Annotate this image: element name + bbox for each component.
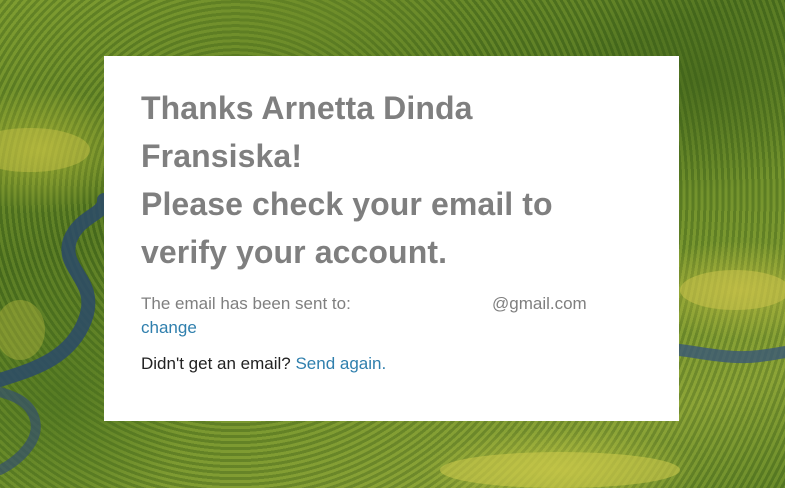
send-again-link[interactable]: Send again. xyxy=(295,354,386,373)
heading-line-4: verify your account. xyxy=(141,234,448,270)
change-email-link[interactable]: change xyxy=(141,316,197,340)
email-sent-label: The email has been sent to: xyxy=(141,294,351,313)
heading-line-3: Please check your email to xyxy=(141,186,553,222)
email-sent-address: @gmail.com xyxy=(492,294,587,313)
resend-row: Didn't get an email? Send again. xyxy=(141,352,642,376)
heading-line-1: Thanks Arnetta Dinda xyxy=(141,90,473,126)
page-title: Thanks Arnetta Dinda Fransiska! Please c… xyxy=(141,84,642,276)
resend-prompt: Didn't get an email? xyxy=(141,354,291,373)
email-sent-row: The email has been sent to: @gmail.com xyxy=(141,292,642,316)
heading-line-2: Fransiska! xyxy=(141,138,303,174)
verification-card: Thanks Arnetta Dinda Fransiska! Please c… xyxy=(104,56,679,421)
